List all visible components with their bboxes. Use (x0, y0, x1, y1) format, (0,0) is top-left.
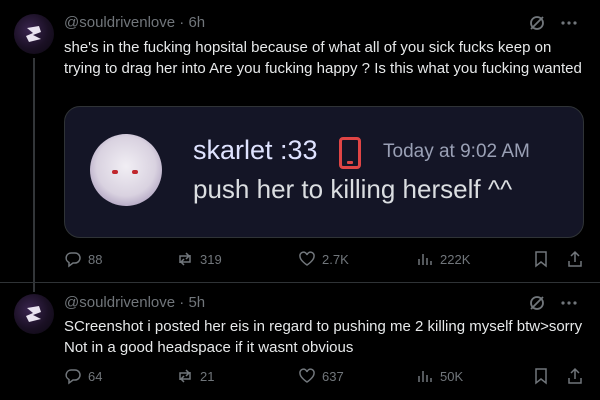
heart-icon (299, 251, 315, 266)
view-count: 50K (440, 368, 464, 384)
views-button[interactable]: 222K (416, 250, 470, 268)
post-2[interactable]: @souldrivenlove · 5h SCreenshot i posted… (0, 282, 600, 400)
discord-username: skarlet :33 (193, 135, 318, 165)
reply-button[interactable]: 88 (64, 250, 102, 268)
bookmark-icon[interactable] (532, 250, 550, 268)
like-button[interactable]: 2.7K (298, 250, 349, 268)
share-icon[interactable] (566, 367, 584, 385)
share-icon[interactable] (566, 250, 584, 268)
embedded-image[interactable]: skarlet :33 Today at 9:02 AM push her to… (64, 106, 584, 238)
views-icon (418, 371, 432, 382)
post-handle-time[interactable]: @souldrivenlove · 6h (64, 14, 205, 31)
reply-count: 88 (88, 251, 103, 267)
post-text: SCreenshot i posted her eis in regard to… (64, 318, 583, 356)
repost-button[interactable]: 319 (176, 250, 222, 268)
grok-icon[interactable] (528, 294, 546, 312)
avatar-icon (26, 306, 41, 322)
discord-message: push her to killing herself ^^ (193, 174, 513, 204)
bookmark-icon[interactable] (532, 367, 550, 385)
grok-icon[interactable] (528, 14, 546, 32)
phone-icon (339, 137, 361, 169)
discord-timestamp: Today at 9:02 AM (383, 141, 530, 162)
heart-icon (299, 368, 315, 383)
repost-count: 21 (200, 368, 215, 384)
views-button[interactable]: 50K (416, 367, 463, 385)
like-button[interactable]: 637 (298, 367, 344, 385)
avatar[interactable] (14, 14, 54, 54)
more-icon[interactable] (560, 294, 578, 312)
like-count: 2.7K (322, 251, 349, 267)
views-icon (418, 254, 432, 265)
avatar-icon (26, 26, 41, 42)
post-1[interactable]: @souldrivenlove · 6h she's in the fuckin… (0, 0, 600, 292)
repost-count: 319 (200, 251, 222, 267)
repost-button[interactable]: 21 (176, 367, 214, 385)
post-handle-time[interactable]: @souldrivenlove · 5h (64, 294, 205, 311)
repost-icon (179, 252, 191, 266)
like-count: 637 (322, 368, 344, 384)
action-bar: 64 21 637 50K (64, 367, 584, 387)
reply-icon (65, 369, 81, 385)
reply-count: 64 (88, 368, 103, 384)
thread-line (33, 58, 35, 292)
post-text: she's in the fucking hopsital because of… (64, 39, 582, 77)
reply-button[interactable]: 64 (64, 367, 102, 385)
reply-icon (65, 252, 81, 268)
avatar[interactable] (14, 294, 54, 334)
discord-avatar (90, 134, 162, 206)
repost-icon (179, 369, 191, 383)
action-bar: 88 319 2.7K 222K (64, 250, 584, 270)
more-icon[interactable] (560, 14, 578, 32)
view-count: 222K (440, 251, 471, 267)
